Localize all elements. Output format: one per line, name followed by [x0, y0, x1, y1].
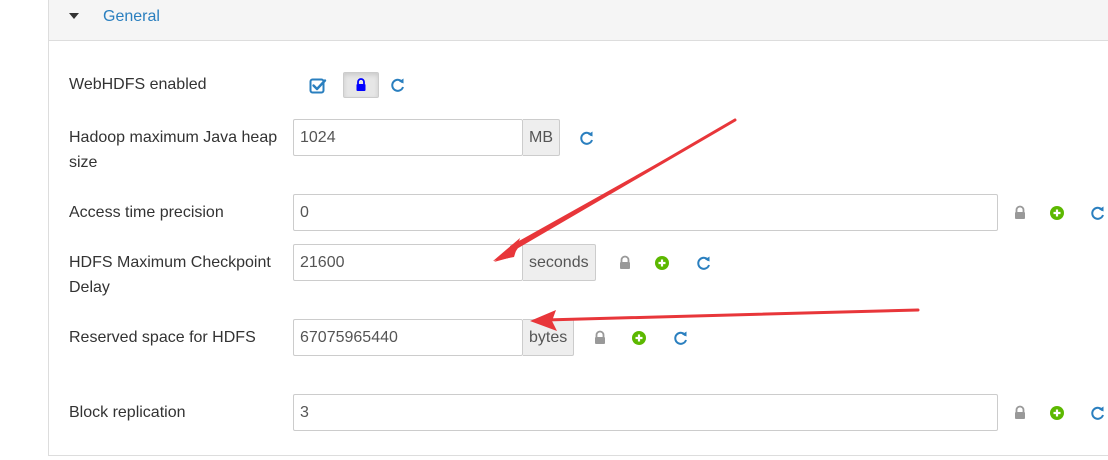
refresh-icon[interactable]	[1090, 205, 1106, 221]
heap-size-label: Hadoop maximum Java heap size	[69, 129, 278, 171]
caret-down-icon[interactable]	[69, 13, 79, 19]
plus-circle-icon[interactable]	[1049, 405, 1065, 421]
reserved-space-label: Reserved space for HDFS	[69, 329, 256, 346]
block-replication-label: Block replication	[69, 404, 186, 421]
block-replication-input[interactable]	[293, 394, 998, 431]
refresh-icon[interactable]	[1090, 405, 1106, 421]
reserved-space-input[interactable]	[293, 319, 523, 356]
lock-toggle-button[interactable]	[343, 72, 379, 98]
lock-icon	[356, 78, 366, 91]
access-time-input[interactable]	[293, 194, 998, 231]
heap-size-input[interactable]	[293, 119, 523, 156]
refresh-icon[interactable]	[390, 77, 406, 93]
refresh-icon[interactable]	[696, 255, 712, 271]
plus-circle-icon[interactable]	[1049, 205, 1065, 221]
checkbox-checked-icon[interactable]	[309, 77, 327, 95]
reserved-space-unit: bytes	[523, 319, 575, 356]
checkpoint-delay-unit: seconds	[523, 244, 596, 281]
plus-circle-icon[interactable]	[631, 330, 647, 346]
access-time-label: Access time precision	[69, 204, 224, 221]
refresh-icon[interactable]	[673, 330, 689, 346]
checkpoint-delay-label: HDFS Maximum Checkpoint Delay	[69, 254, 271, 296]
plus-circle-icon[interactable]	[654, 255, 670, 271]
general-panel: General WebHDFS enabled Hadoop maximum J…	[48, 0, 1108, 456]
lock-icon[interactable]	[1012, 405, 1028, 421]
lock-icon[interactable]	[1012, 205, 1028, 221]
refresh-icon[interactable]	[579, 130, 595, 146]
section-title[interactable]: General	[103, 8, 160, 26]
lock-icon[interactable]	[592, 330, 608, 346]
heap-size-unit: MB	[523, 119, 560, 156]
webhdfs-enabled-label: WebHDFS enabled	[69, 76, 207, 93]
checkpoint-delay-input[interactable]	[293, 244, 523, 281]
panel-header[interactable]: General	[49, 0, 1108, 41]
lock-icon[interactable]	[617, 255, 633, 271]
